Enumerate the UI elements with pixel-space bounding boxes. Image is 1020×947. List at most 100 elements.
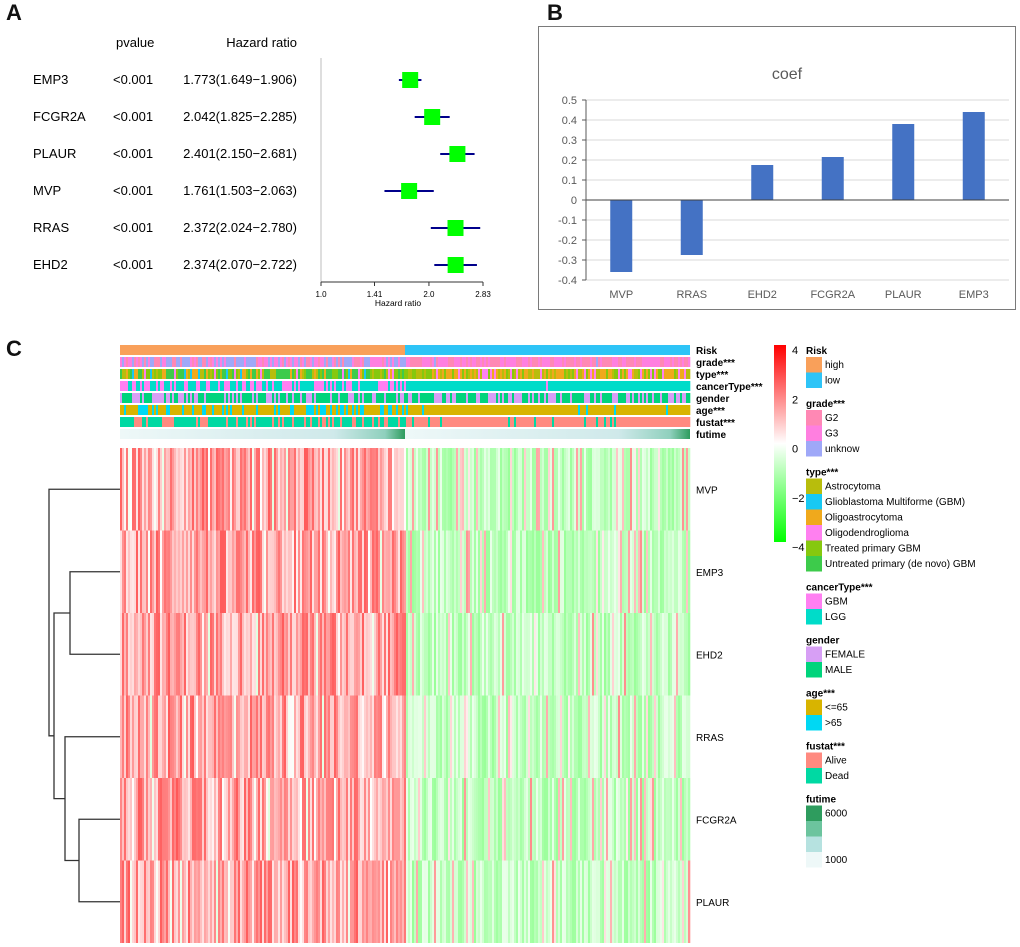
heatmap-cell xyxy=(574,448,577,531)
annotation-cell xyxy=(186,393,189,403)
annotation-cell xyxy=(622,417,625,427)
annotation-cell xyxy=(194,369,197,379)
annotation-cell xyxy=(544,369,547,379)
heatmap-cell xyxy=(158,613,161,696)
annotation-cell xyxy=(396,357,399,367)
annotation-cell xyxy=(512,393,515,403)
annotation-cell xyxy=(650,417,653,427)
heatmap-cell xyxy=(204,778,207,861)
heatmap-cell xyxy=(676,778,679,861)
legend-title: cancerType*** xyxy=(806,583,873,594)
annotation-cell xyxy=(508,381,511,391)
annotation-cell xyxy=(390,357,393,367)
annotation-cell xyxy=(204,405,207,415)
forest-hr-box xyxy=(449,146,466,162)
annotation-cell xyxy=(460,417,463,427)
heatmap-cell xyxy=(188,778,191,861)
annotation-cell xyxy=(472,417,475,427)
heatmap-cell xyxy=(672,860,675,943)
heatmap-cell xyxy=(132,778,135,861)
heatmap-cell xyxy=(248,860,251,943)
annotation-cell xyxy=(474,393,477,403)
heatmap-cell xyxy=(350,613,353,696)
heatmap-cell xyxy=(538,778,541,861)
heatmap-cell xyxy=(236,778,239,861)
coef-x-tick-label: RRAS xyxy=(676,289,707,301)
heatmap-cell xyxy=(164,448,167,531)
heatmap-cell xyxy=(336,778,339,861)
annotation-cell xyxy=(462,357,465,367)
annotation-cell xyxy=(148,369,151,379)
annotation-cell xyxy=(240,369,243,379)
annotation-cell xyxy=(496,405,499,415)
heatmap-cell xyxy=(322,778,325,861)
annotation-cell xyxy=(498,369,501,379)
annotation-cell xyxy=(146,381,149,391)
annotation-cell xyxy=(678,393,681,403)
heatmap-cell xyxy=(568,695,571,778)
heatmap-cell xyxy=(400,860,403,943)
annotation-cell xyxy=(432,369,435,379)
heatmap-cell xyxy=(436,530,439,613)
heatmap-cell xyxy=(686,530,689,613)
heatmap-cell xyxy=(150,613,153,696)
annotation-cell xyxy=(610,357,613,367)
heatmap-cell xyxy=(416,860,419,943)
heatmap-cell xyxy=(216,613,219,696)
heatmap-cell xyxy=(124,448,127,531)
legend-item-label: Treated primary GBM xyxy=(825,544,921,555)
annotation-cell xyxy=(322,381,325,391)
heatmap-cell xyxy=(156,860,159,943)
heatmap-cell xyxy=(566,778,569,861)
annotation-cell xyxy=(236,417,239,427)
heatmap-cell xyxy=(244,695,247,778)
legend-title: Risk xyxy=(806,346,828,357)
annotation-cell xyxy=(200,393,203,403)
annotation-cell xyxy=(270,417,273,427)
annotation-cell xyxy=(648,357,651,367)
annotation-cell xyxy=(652,357,655,367)
annotation-cell xyxy=(442,393,445,403)
annotation-cell xyxy=(632,357,635,367)
heatmap-cell xyxy=(542,448,545,531)
annotation-cell xyxy=(448,369,451,379)
heatmap-cell xyxy=(520,860,523,943)
annotation-cell xyxy=(480,381,483,391)
annotation-cell xyxy=(346,381,349,391)
heatmap-cell xyxy=(628,860,631,943)
heatmap-cell xyxy=(376,778,379,861)
heatmap-cell xyxy=(492,695,495,778)
heatmap-cell xyxy=(188,695,191,778)
annotation-cell xyxy=(556,405,559,415)
coef-chart-title: coef xyxy=(772,66,803,83)
annotation-cell xyxy=(520,369,523,379)
heatmap-cell xyxy=(162,613,165,696)
heatmap-cell xyxy=(428,448,431,531)
heatmap-cell xyxy=(414,860,417,943)
annotation-cell xyxy=(318,381,321,391)
dendrogram-branch xyxy=(78,818,120,903)
heatmap-cell xyxy=(322,448,325,531)
annotation-cell xyxy=(560,405,563,415)
heatmap-cell xyxy=(410,448,413,531)
heatmap-cell xyxy=(532,448,535,531)
annotation-cell xyxy=(262,393,265,403)
annotation-cell xyxy=(320,369,323,379)
heatmap-cell xyxy=(460,695,463,778)
heatmap-cell xyxy=(682,695,685,778)
heatmap-cell xyxy=(152,613,155,696)
colorbar-tick-label: −2 xyxy=(792,493,805,505)
heatmap-cell xyxy=(342,448,345,531)
heatmap-cell xyxy=(354,695,357,778)
annotation-cell xyxy=(484,357,487,367)
annotation-cell xyxy=(562,357,565,367)
annotation-cell xyxy=(476,381,479,391)
annotation-cell xyxy=(600,369,603,379)
annotation-cell xyxy=(198,417,201,427)
annotation-cell xyxy=(518,381,521,391)
heatmap-cell xyxy=(478,448,481,531)
annotation-cell xyxy=(182,417,185,427)
heatmap-cell xyxy=(462,695,465,778)
annotation-cell xyxy=(342,393,345,403)
annotation-cell xyxy=(662,357,665,367)
